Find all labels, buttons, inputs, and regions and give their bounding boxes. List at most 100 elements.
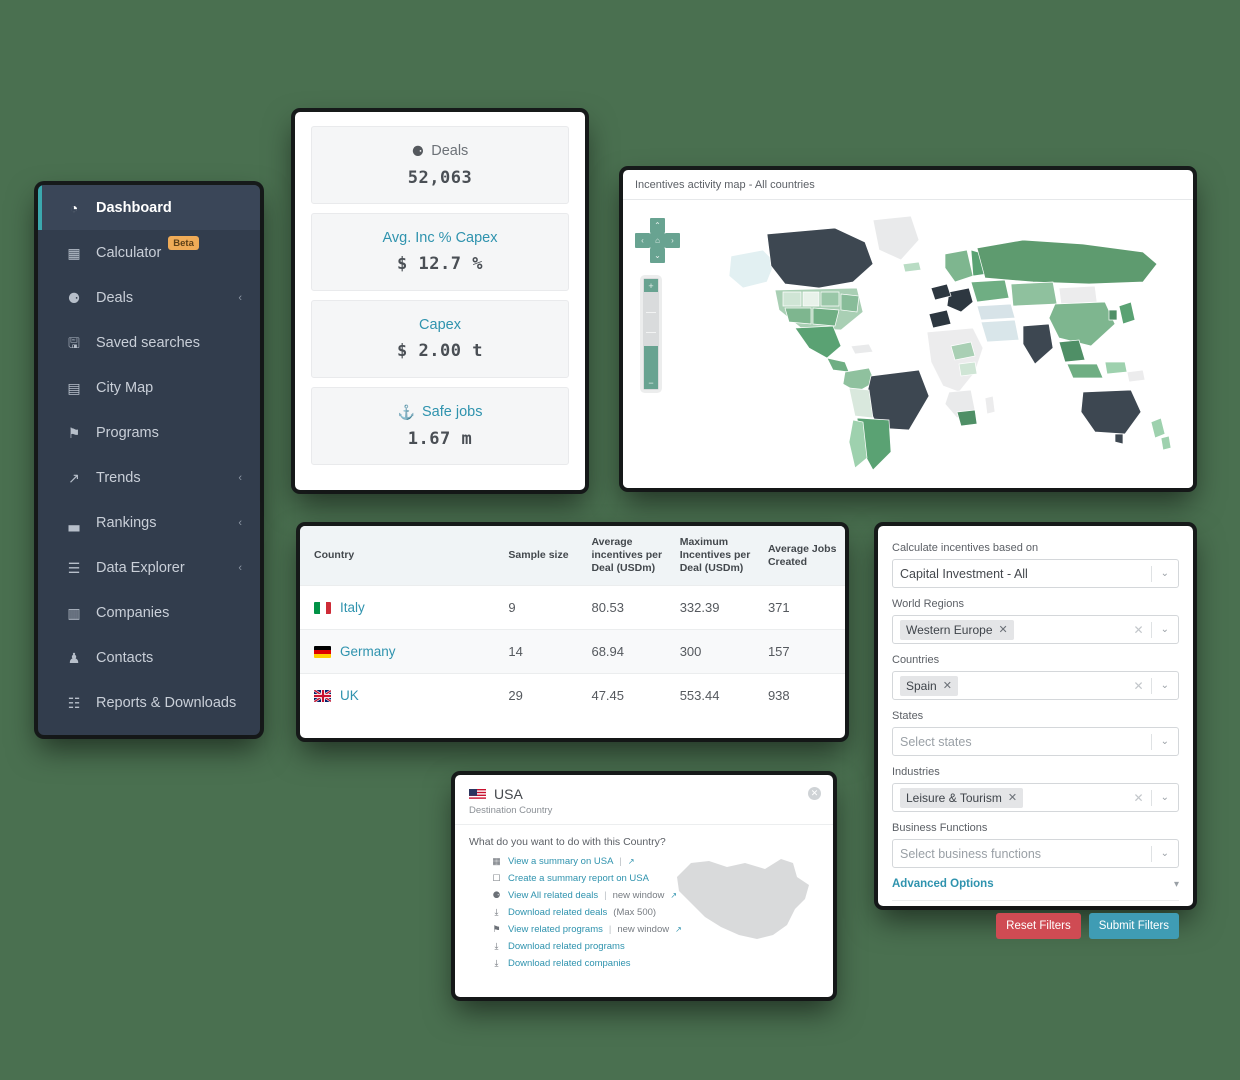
country-link[interactable]: UK	[340, 688, 359, 703]
table-row[interactable]: Germany1468.94300157	[300, 630, 845, 674]
filters-panel: Calculate incentives based on Capital Inv…	[878, 526, 1193, 906]
sidebar-item-programs[interactable]: ⚑Programs	[38, 410, 260, 455]
sidebar-item-contacts[interactable]: ♟Contacts	[38, 635, 260, 680]
zoom-level-fill	[644, 346, 658, 376]
popup-link-label[interactable]: View All related deals	[508, 890, 598, 901]
kpi-title: Avg. Inc % Capex	[383, 230, 498, 246]
cell-avg-incentives: 80.53	[585, 586, 673, 630]
world-choropleth[interactable]	[723, 206, 1183, 476]
sidebar-item-dashboard[interactable]: ◔Dashboard	[38, 185, 260, 230]
popup-link-label[interactable]: Download related deals	[508, 907, 607, 918]
pdf-report-icon: ☷	[64, 695, 84, 711]
filter-chip[interactable]: Leisure & Tourism✕	[900, 788, 1023, 808]
sidebar-item-data-explorer[interactable]: ☰Data Explorer‹	[38, 545, 260, 590]
filter-select-countries[interactable]: Spain✕✕⌄	[892, 671, 1179, 700]
pan-left-icon[interactable]: ‹	[635, 233, 650, 248]
sidebar-item-label: Rankings	[96, 515, 156, 531]
filter-group-calculate-incentives-based-on: Calculate incentives based on Capital Inv…	[892, 542, 1179, 588]
chip-remove-icon[interactable]: ✕	[999, 623, 1008, 636]
building-icon: ▥	[64, 605, 84, 621]
filter-select-world-regions[interactable]: Western Europe✕✕⌄	[892, 615, 1179, 644]
map-pan-control[interactable]: ⌃ ‹ ⌂ › ⌄	[635, 218, 681, 264]
table-row[interactable]: Italy980.53332.39371	[300, 586, 845, 630]
reset-filters-button[interactable]: Reset Filters	[996, 913, 1081, 939]
close-icon[interactable]: ✕	[808, 787, 821, 800]
map-zoom-slider[interactable]: + −	[643, 278, 659, 390]
advanced-options-link[interactable]: Advanced Options	[892, 878, 994, 890]
filter-select-calculate-incentives-based-on[interactable]: Capital Investment - All⌄	[892, 559, 1179, 588]
filter-label: Business Functions	[892, 822, 1179, 834]
popup-link-label[interactable]: Download related programs	[508, 941, 625, 952]
sidebar-item-saved-searches[interactable]: 🖫Saved searches	[38, 320, 260, 365]
chevron-down-icon[interactable]: ⌄	[1152, 736, 1178, 747]
advanced-options-row[interactable]: Advanced Options ▾	[892, 878, 1179, 901]
table-col-header[interactable]: Average incentives per Deal (USDm)	[585, 526, 673, 586]
sidebar-item-calculator[interactable]: ▦CalculatorBeta	[38, 230, 260, 275]
filter-select-states[interactable]: Select states⌄	[892, 727, 1179, 756]
download-icon: ⤓	[491, 958, 502, 969]
deals-box-icon: ⚈	[491, 890, 502, 901]
sidebar-item-rankings[interactable]: ▃Rankings‹	[38, 500, 260, 545]
external-link-icon[interactable]: ↗	[628, 857, 635, 866]
chevron-down-icon[interactable]: ⌄	[1152, 792, 1178, 803]
sidebar-item-companies[interactable]: ▥Companies	[38, 590, 260, 635]
table-col-header[interactable]: Maximum Incentives per Deal (USDm)	[674, 526, 762, 586]
filter-chip[interactable]: Spain ✕	[900, 676, 958, 696]
chevron-down-icon[interactable]: ▾	[1174, 879, 1179, 890]
clear-all-icon[interactable]: ✕	[1127, 791, 1151, 805]
filter-value: Capital Investment - All	[900, 567, 1151, 581]
zoom-in-icon[interactable]: +	[644, 279, 658, 292]
table-row[interactable]: UK2947.45553.44938	[300, 674, 845, 718]
sidebar-item-trends[interactable]: ↗Trends‹	[38, 455, 260, 500]
clear-all-icon[interactable]: ✕	[1127, 679, 1151, 693]
country-link[interactable]: Germany	[340, 644, 396, 659]
table-col-header[interactable]: Average Jobs Created	[762, 526, 845, 586]
sidebar-item-label: Saved searches	[96, 335, 200, 351]
chevron-down-icon[interactable]: ⌄	[1152, 848, 1178, 859]
map-canvas[interactable]: ⌃ ‹ ⌂ › ⌄ + −	[623, 200, 1193, 488]
filter-chip[interactable]: Western Europe✕	[900, 620, 1014, 640]
country-link[interactable]: Italy	[340, 600, 365, 615]
chevron-left-icon[interactable]: ‹	[238, 472, 242, 484]
table-col-header[interactable]: Country	[300, 526, 502, 586]
sidebar-item-city-map[interactable]: ▤City Map	[38, 365, 260, 410]
chevron-left-icon[interactable]: ‹	[238, 562, 242, 574]
chevron-left-icon[interactable]: ‹	[238, 517, 242, 529]
filter-select-business-functions[interactable]: Select business functions⌄	[892, 839, 1179, 868]
chip-remove-icon[interactable]: ✕	[943, 679, 952, 692]
chevron-left-icon[interactable]: ‹	[238, 292, 242, 304]
table-col-header[interactable]: Sample size	[502, 526, 585, 586]
cell-max-incentives: 300	[674, 630, 762, 674]
clear-all-icon[interactable]: ✕	[1127, 623, 1151, 637]
pan-up-icon[interactable]: ⌃	[650, 218, 665, 233]
chevron-down-icon[interactable]: ⌄	[1152, 624, 1178, 635]
cell-country: Germany	[300, 630, 502, 674]
map-home-icon[interactable]: ⌂	[650, 233, 665, 248]
anchor-icon: ⚓	[398, 404, 415, 421]
popup-link-label[interactable]: View a summary on USA	[508, 856, 613, 867]
chevron-down-icon[interactable]: ⌄	[1152, 680, 1178, 691]
chevron-down-icon[interactable]: ⌄	[1152, 568, 1178, 579]
popup-link-label[interactable]: View related programs	[508, 924, 603, 935]
sidebar-item-deals[interactable]: ⚈Deals‹	[38, 275, 260, 320]
chip-remove-icon[interactable]: ✕	[1008, 791, 1017, 804]
submit-filters-button[interactable]: Submit Filters	[1089, 913, 1179, 939]
pan-down-icon[interactable]: ⌄	[650, 248, 665, 263]
kpi-title-row: ⚓Safe jobs	[398, 404, 483, 421]
zoom-out-icon[interactable]: −	[644, 376, 658, 389]
filter-group-states: StatesSelect states⌄	[892, 710, 1179, 756]
filter-group-countries: CountriesSpain✕✕⌄	[892, 654, 1179, 700]
popup-link-label[interactable]: Download related companies	[508, 958, 631, 969]
kpi-summary-panel: ⚈Deals52,063Avg. Inc % Capex$ 12.7 %Cape…	[295, 112, 585, 490]
cell-country: Italy	[300, 586, 502, 630]
pan-right-icon[interactable]: ›	[665, 233, 680, 248]
filter-value: Select states	[900, 735, 1151, 749]
filter-select-industries[interactable]: Leisure & Tourism✕✕⌄	[892, 783, 1179, 812]
filter-label: Calculate incentives based on	[892, 542, 1179, 554]
popup-link-label[interactable]: Create a summary report on USA	[508, 873, 649, 884]
sidebar-item-reports-downloads[interactable]: ☷Reports & Downloads	[38, 680, 260, 725]
sidebar: ◔Dashboard▦CalculatorBeta⚈Deals‹🖫Saved s…	[38, 185, 260, 735]
popup-link-download-related-companies[interactable]: ⤓ Download related companies	[491, 958, 819, 969]
filter-chip-label: Spain	[906, 679, 937, 693]
deals-coins-icon: ⚈	[64, 290, 84, 306]
